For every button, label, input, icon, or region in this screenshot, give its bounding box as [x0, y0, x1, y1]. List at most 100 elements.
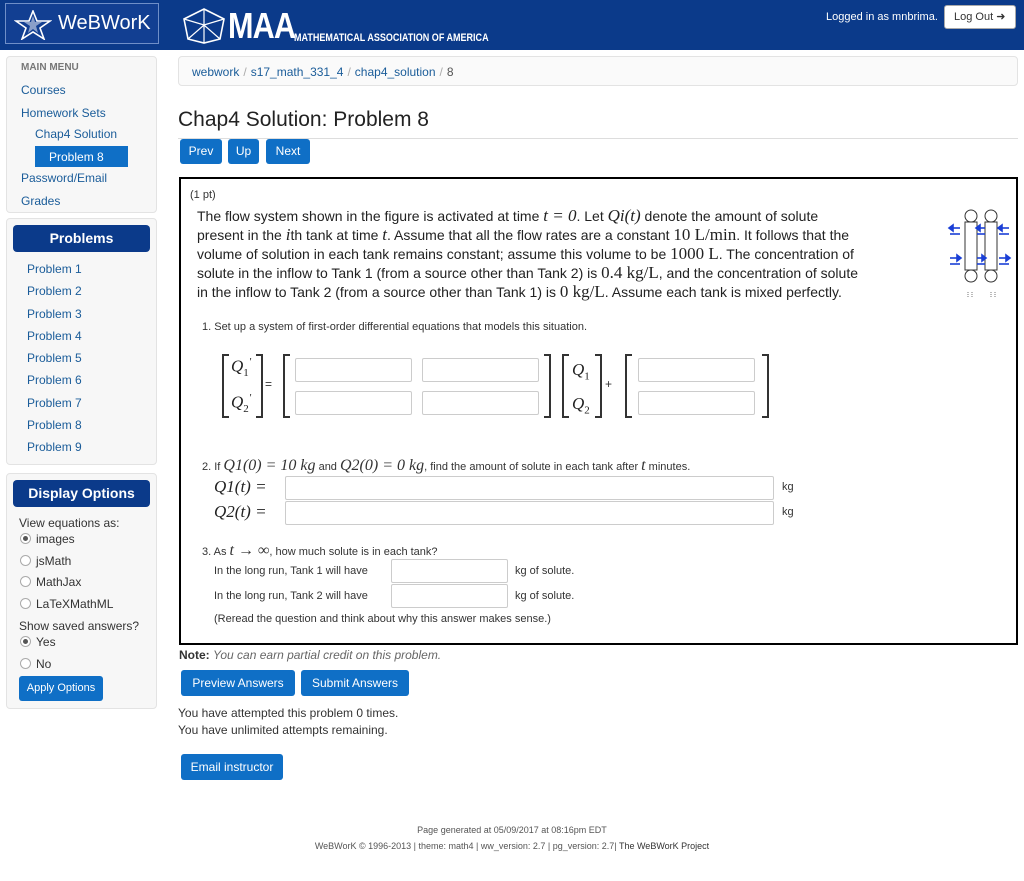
- webwork-logo[interactable]: WeBWorK: [5, 3, 159, 44]
- display-options-panel: [6, 473, 157, 709]
- option-mathjax-label: MathJax: [36, 575, 82, 589]
- sidebar-homework-sets-link[interactable]: Homework Sets: [21, 106, 106, 120]
- tank2-label: In the long run, Tank 2 will have: [214, 590, 368, 602]
- q2t-label: Q2(t) =: [214, 502, 267, 521]
- logout-button[interactable]: Log Out ➜: [944, 5, 1016, 29]
- sidebar-chap4-solution-link[interactable]: Chap4 Solution: [35, 127, 117, 141]
- problem-link[interactable]: Problem 9: [27, 440, 82, 454]
- problems-heading: Problems: [13, 225, 150, 252]
- vector-b1-input[interactable]: [638, 358, 755, 382]
- email-instructor-button[interactable]: Email instructor: [181, 754, 283, 780]
- option-latexmathml-label: LaTeXMathML: [36, 597, 114, 611]
- flow-system-figure: [947, 209, 1012, 298]
- matrix-a12-input[interactable]: [422, 358, 539, 382]
- apply-options-button[interactable]: Apply Options: [19, 676, 103, 701]
- breadcrumb-current: 8: [446, 65, 454, 79]
- attempts-remaining: You have unlimited attempts remaining.: [178, 723, 388, 737]
- logged-in-status: Logged in as mnbrima.: [826, 11, 938, 23]
- q1-label: Q1: [572, 360, 590, 383]
- q2-prime-label: Q2′: [231, 392, 252, 416]
- radio-latexmathml[interactable]: [20, 598, 31, 609]
- q2-label: Q2: [572, 394, 590, 417]
- show-saved-label: Show saved answers?: [19, 619, 140, 633]
- problem-link[interactable]: Problem 1: [27, 262, 82, 276]
- preview-answers-button[interactable]: Preview Answers: [181, 670, 295, 696]
- submit-answers-button[interactable]: Submit Answers: [301, 670, 409, 696]
- tank1-label: In the long run, Tank 1 will have: [214, 565, 368, 577]
- logout-label: Log Out: [954, 11, 994, 23]
- problem-text-line: solute in the inflow to Tank 1 (from a s…: [197, 263, 858, 282]
- problem-text-line: volume of solution in each tank remains …: [197, 244, 854, 263]
- sidebar-grades-link[interactable]: Grades: [21, 194, 60, 208]
- footer-copyright: WeBWorK © 1996-2013 | theme: math4 | ww_…: [314, 841, 710, 851]
- breadcrumb-set[interactable]: chap4_solution: [355, 65, 436, 79]
- maa-subtitle: MATHEMATICAL ASSOCIATION OF AMERICA: [294, 32, 489, 44]
- problem-text-line: present in the ith tank at time t. Assum…: [197, 225, 850, 244]
- tank1-longrun-input[interactable]: [391, 559, 508, 583]
- part1-text: 1. Set up a system of first-order differ…: [202, 321, 587, 333]
- problem-text-line: in the inflow to Tank 2 (from a source o…: [197, 282, 842, 301]
- problem-text-line: The flow system shown in the figure is a…: [197, 206, 819, 225]
- tank1-unit: kg of solute.: [515, 565, 575, 577]
- problem-points: (1 pt): [190, 189, 216, 201]
- breadcrumb: webwork / s17_math_331_4/chap4_solution/8: [178, 56, 1018, 86]
- webwork-logo-text: WeBWorK: [58, 12, 151, 34]
- vector-b2-input[interactable]: [638, 391, 755, 415]
- part2-text: 2. If Q1(0) = 10 kg and Q2(0) = 0 kg, fi…: [202, 457, 691, 474]
- bracket: [562, 354, 569, 418]
- up-button[interactable]: Up: [228, 139, 259, 164]
- page-title: Chap4 Solution: Problem 8: [178, 108, 429, 131]
- q2t-unit: kg: [782, 506, 794, 518]
- problem-link[interactable]: Problem 3: [27, 307, 82, 321]
- matrix-a22-input[interactable]: [422, 391, 539, 415]
- sidebar-active-problem-label: Problem 8: [49, 150, 104, 164]
- prev-button[interactable]: Prev: [180, 139, 222, 164]
- sidebar-password-email-link[interactable]: Password/Email: [21, 171, 107, 185]
- display-options-heading: Display Options: [13, 480, 150, 507]
- next-button[interactable]: Next: [266, 139, 310, 164]
- radio-jsmath[interactable]: [20, 555, 31, 566]
- q1t-unit: kg: [782, 481, 794, 493]
- problem-box: (1 pt) The flow system shown in the figu…: [179, 177, 1018, 645]
- q1-prime-label: Q1′: [231, 356, 252, 380]
- breadcrumb-webwork[interactable]: webwork: [192, 65, 239, 79]
- problem-link[interactable]: Problem 2: [27, 284, 82, 298]
- option-images-label: images: [36, 532, 75, 546]
- sidebar-active-problem[interactable]: Problem 8: [35, 146, 128, 167]
- attempts-count: You have attempted this problem 0 times.: [178, 706, 399, 720]
- partial-credit-note: Note: You can earn partial credit on thi…: [179, 648, 442, 662]
- logout-icon: ➜: [996, 11, 1006, 23]
- q2t-input[interactable]: [285, 501, 774, 525]
- footer-generated: Page generated at 05/09/2017 at 08:16pm …: [417, 825, 607, 835]
- radio-images[interactable]: [20, 533, 31, 544]
- problem-link[interactable]: Problem 6: [27, 373, 82, 387]
- tank2-unit: kg of solute.: [515, 590, 575, 602]
- radio-saved-no[interactable]: [20, 658, 31, 669]
- problem-link[interactable]: Problem 4: [27, 329, 82, 343]
- problem-link[interactable]: Problem 7: [27, 396, 82, 410]
- radio-mathjax[interactable]: [20, 576, 31, 587]
- option-no-label: No: [36, 657, 52, 671]
- webwork-project-link[interactable]: The WeBWorK Project: [619, 841, 709, 851]
- matrix-a11-input[interactable]: [295, 358, 412, 382]
- header-bar: WeBWorK MAA MATHEMATICAL ASSOCIATION OF …: [0, 0, 1024, 50]
- sidebar-courses-link[interactable]: Courses: [21, 83, 66, 97]
- maa-icosahedron-icon: [183, 8, 225, 44]
- tank2-longrun-input[interactable]: [391, 584, 508, 608]
- matrix-a21-input[interactable]: [295, 391, 412, 415]
- radio-saved-yes[interactable]: [20, 636, 31, 647]
- equals-sign: =: [265, 377, 273, 391]
- problem-link[interactable]: Problem 5: [27, 351, 82, 365]
- problem-link[interactable]: Problem 8: [27, 418, 82, 432]
- q1t-input[interactable]: [285, 476, 774, 500]
- bracket: [283, 354, 290, 418]
- option-yes-label: Yes: [36, 635, 56, 649]
- bracket: [544, 354, 551, 418]
- q1t-label: Q1(t) =: [214, 477, 267, 496]
- bracket: [222, 354, 229, 418]
- breadcrumb-course[interactable]: s17_math_331_4: [251, 65, 344, 79]
- maa-logo-text: MAA: [228, 5, 296, 46]
- bracket: [256, 354, 263, 418]
- bracket: [595, 354, 602, 418]
- part3-text: 3. As t → ∞, how much solute is in each …: [202, 542, 438, 559]
